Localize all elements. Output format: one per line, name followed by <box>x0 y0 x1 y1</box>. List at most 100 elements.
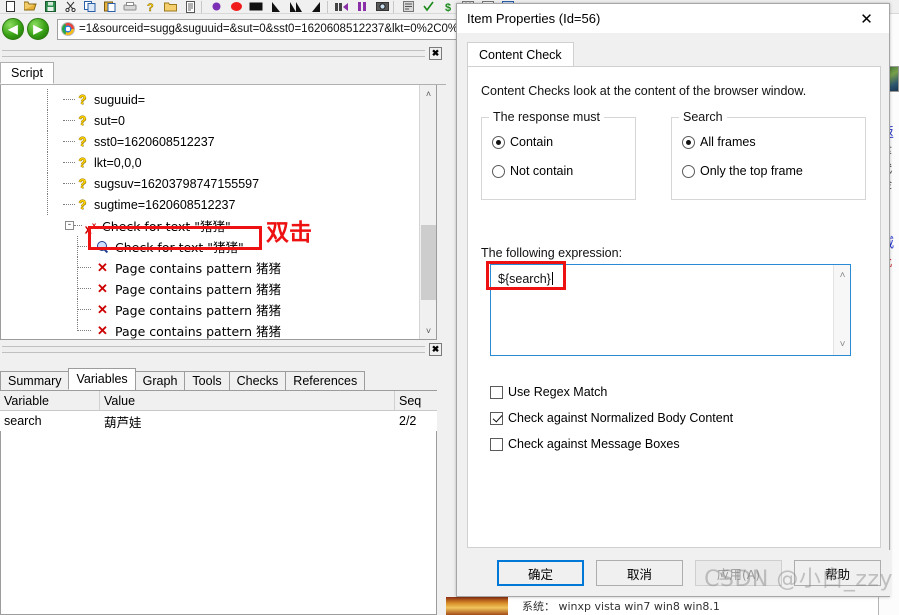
tree-guide-line <box>47 131 48 152</box>
radio-top-frame[interactable]: Only the top frame <box>682 164 803 178</box>
tree-vertical-scrollbar[interactable]: ˄ ˅ <box>419 85 436 339</box>
tree-item[interactable]: ✕ Page contains pattern 猪猪 <box>1 320 419 339</box>
checkbox-use-regex-match[interactable]: Use Regex Match <box>490 385 607 399</box>
properties-icon[interactable] <box>399 0 417 13</box>
scroll-up-arrow-icon[interactable]: ˄ <box>834 267 851 284</box>
open-folder-icon[interactable] <box>21 0 39 13</box>
folder-icon[interactable] <box>161 0 179 13</box>
radio-all-frames[interactable]: All frames <box>682 135 756 149</box>
tree-guide-line <box>47 110 48 131</box>
checkbox-indicator[interactable] <box>490 437 503 451</box>
scroll-up-arrow-icon[interactable]: ˄ <box>420 85 436 102</box>
scroll-down-arrow-icon[interactable]: ˅ <box>420 322 436 339</box>
record-purple-icon[interactable] <box>207 0 225 13</box>
response-must-legend: The response must <box>489 110 604 124</box>
panel-splitter-top[interactable]: ✖ <box>0 44 446 62</box>
camera-icon[interactable] <box>373 0 391 13</box>
splitter-grip[interactable] <box>2 49 425 57</box>
tab-graph[interactable]: Graph <box>134 371 186 390</box>
checkbox-indicator[interactable] <box>490 385 503 399</box>
tree-item-label: Page contains pattern 猪猪 <box>115 303 282 318</box>
close-panel-button-2[interactable]: ✖ <box>429 343 442 356</box>
cut-icon[interactable] <box>61 0 79 13</box>
checkbox-normalized-body-content[interactable]: Check against Normalized Body Content <box>490 411 733 425</box>
tree-item[interactable]: ✕ Page contains pattern 猪猪 <box>1 299 419 320</box>
tree-group-node[interactable]: - xx Check for text "猪猪" <box>1 215 419 236</box>
script-tree-panel[interactable]: ? suguuid= ? sut=0 ? sst0=1620608512237 <box>0 85 437 340</box>
checkbox-indicator[interactable] <box>490 411 503 425</box>
radio-contain-indicator[interactable] <box>492 135 505 149</box>
tree-guide-line <box>47 194 48 215</box>
radio-not-contain-indicator[interactable] <box>492 164 505 178</box>
tab-references[interactable]: References <box>285 371 366 390</box>
panel-splitter-bottom[interactable]: ✖ <box>0 341 446 358</box>
paste-icon[interactable] <box>101 0 119 13</box>
tree-item[interactable]: ? sst0=1620608512237 <box>1 131 419 152</box>
step-icon[interactable] <box>267 0 285 13</box>
step-over-icon[interactable] <box>287 0 305 13</box>
toolbar-separator <box>201 0 205 13</box>
tree-item-selected[interactable]: Check for text "猪猪" <box>1 236 419 257</box>
back-button[interactable]: ◀ <box>2 18 24 40</box>
search-legend: Search <box>679 110 727 124</box>
tree-item[interactable]: ? sugsuv=16203798747155597 <box>1 173 419 194</box>
tab-variables[interactable]: Variables <box>68 368 136 390</box>
scrollbar-thumb[interactable] <box>421 225 436 300</box>
tab-summary[interactable]: Summary <box>0 371 70 390</box>
close-icon[interactable]: ✕ <box>844 4 889 34</box>
copy-icon[interactable] <box>81 0 99 13</box>
tree-item[interactable]: ? suguuid= <box>1 89 419 110</box>
column-header-value[interactable]: Value <box>100 391 395 410</box>
dialog-footer: 确定 取消 应用(A) 帮助 <box>457 550 891 596</box>
tab-checks[interactable]: Checks <box>228 371 287 390</box>
pause-icon[interactable] <box>353 0 371 13</box>
find-icon[interactable]: ? <box>141 0 159 13</box>
tree-item-label: sugtime=1620608512237 <box>94 197 236 212</box>
print-icon[interactable] <box>121 0 139 13</box>
tree-item[interactable]: ? lkt=0,0,0 <box>1 152 419 173</box>
tab-content-check[interactable]: Content Check <box>467 42 574 66</box>
radio-top-frame-indicator[interactable] <box>682 164 695 178</box>
dialog-titlebar[interactable]: Item Properties (Id=56) ✕ <box>457 4 889 34</box>
record-red-icon[interactable] <box>227 0 245 13</box>
run-fast-icon[interactable] <box>333 0 351 13</box>
tree-item-label: lkt=0,0,0 <box>94 155 142 170</box>
list-icon[interactable] <box>181 0 199 13</box>
dialog-description: Content Checks look at the content of th… <box>481 84 807 98</box>
tree-item-label: suguuid= <box>94 92 146 107</box>
new-document-icon[interactable] <box>1 0 19 13</box>
close-panel-button[interactable]: ✖ <box>429 46 442 60</box>
check-green-icon[interactable] <box>419 0 437 13</box>
tree-item[interactable]: ? sugtime=1620608512237 <box>1 194 419 215</box>
tree-item[interactable]: ? sut=0 <box>1 110 419 131</box>
tree-item-label: Page contains pattern 猪猪 <box>115 324 282 339</box>
save-icon[interactable] <box>41 0 59 13</box>
expression-textarea[interactable]: ${search} ˄ ˅ <box>490 264 851 356</box>
expression-scrollbar[interactable]: ˄ ˅ <box>833 265 850 355</box>
column-header-variable[interactable]: Variable <box>0 391 100 410</box>
tree-item[interactable]: ✕ Page contains pattern 猪猪 <box>1 257 419 278</box>
bottom-tabstrip: Summary Variables Graph Tools Checks Ref… <box>0 368 437 391</box>
table-row[interactable]: search 葫芦娃 2/2 <box>0 411 437 431</box>
checkbox-message-boxes[interactable]: Check against Message Boxes <box>490 437 680 451</box>
help-button[interactable]: 帮助 <box>794 560 881 586</box>
tab-tools[interactable]: Tools <box>184 371 230 390</box>
radio-contain[interactable]: Contain <box>492 135 553 149</box>
radio-all-frames-indicator[interactable] <box>682 135 695 149</box>
tab-script[interactable]: Script <box>0 62 54 84</box>
forward-button[interactable]: ▶ <box>27 18 49 40</box>
cancel-button[interactable]: 取消 <box>596 560 683 586</box>
column-header-seq[interactable]: Seq <box>395 391 437 410</box>
stop-icon[interactable] <box>247 0 265 13</box>
dollar-icon[interactable]: $ <box>439 0 457 13</box>
x-red-icon: ✕ <box>97 323 108 338</box>
radio-not-contain[interactable]: Not contain <box>492 164 573 178</box>
splitter-grip-2[interactable] <box>2 346 425 353</box>
tree-item[interactable]: ✕ Page contains pattern 猪猪 <box>1 278 419 299</box>
collapse-expander-icon[interactable]: - <box>65 221 74 230</box>
ok-button[interactable]: 确定 <box>497 560 584 586</box>
scroll-down-arrow-icon[interactable]: ˅ <box>834 336 851 353</box>
step-into-icon[interactable] <box>307 0 325 13</box>
tree-guide-dot <box>63 183 75 184</box>
question-mark-icon: ? <box>78 197 87 212</box>
